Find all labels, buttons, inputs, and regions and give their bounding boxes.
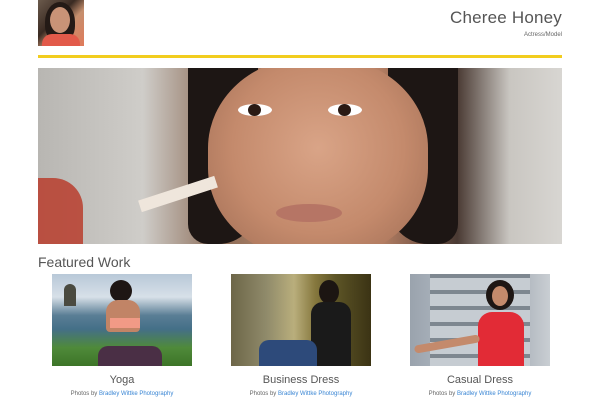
hero-eye-right <box>328 104 362 116</box>
card-casual-dress[interactable]: Casual Dress Photos by Bradley Wittke Ph… <box>410 274 550 404</box>
avatar-face <box>50 7 70 33</box>
avatar[interactable] <box>38 0 84 46</box>
figure-top <box>110 318 140 328</box>
header-divider <box>38 55 562 58</box>
card-credit: Photos by Bradley Wittke Photography <box>211 391 391 397</box>
hero-background-red <box>38 178 83 244</box>
credit-prefix: Photos by <box>428 391 457 397</box>
card-label[interactable]: Business Dress <box>231 374 371 386</box>
featured-work-title: Featured Work <box>38 254 131 270</box>
credit-link[interactable]: Bradley Wittke Photography <box>278 391 352 397</box>
site-title: Cheree Honey <box>449 8 562 27</box>
hero-eye-left <box>238 104 272 116</box>
card-label[interactable]: Casual Dress <box>410 374 550 386</box>
figure-legs <box>98 346 162 366</box>
credit-link[interactable]: Bradley Wittke Photography <box>457 391 531 397</box>
card-yoga[interactable]: Yoga Photos by Bradley Wittke Photograph… <box>52 274 192 404</box>
credit-link[interactable]: Bradley Wittke Photography <box>99 391 173 397</box>
rock-shape <box>64 284 76 306</box>
featured-work-grid: Yoga Photos by Bradley Wittke Photograph… <box>38 274 562 404</box>
card-credit: Photos by Bradley Wittke Photography <box>390 391 570 397</box>
figure-head <box>319 280 339 304</box>
site-header: Cheree Honey Actress/Model <box>38 0 562 56</box>
figure-head <box>110 280 132 302</box>
hero-image <box>38 68 562 244</box>
yoga-thumbnail[interactable] <box>52 274 192 366</box>
avatar-shirt <box>42 34 80 46</box>
site-subtitle: Actress/Model <box>523 32 562 38</box>
figure-jeans <box>259 340 317 366</box>
card-business-dress[interactable]: Business Dress Photos by Bradley Wittke … <box>231 274 371 404</box>
casual-dress-thumbnail[interactable] <box>410 274 550 366</box>
figure-jacket <box>311 302 351 366</box>
figure-dress <box>478 312 524 366</box>
hero-lips <box>276 204 342 222</box>
card-label[interactable]: Yoga <box>52 374 192 386</box>
business-dress-thumbnail[interactable] <box>231 274 371 366</box>
credit-prefix: Photos by <box>70 391 99 397</box>
figure-face <box>492 286 508 306</box>
credit-prefix: Photos by <box>249 391 278 397</box>
card-credit: Photos by Bradley Wittke Photography <box>32 391 212 397</box>
